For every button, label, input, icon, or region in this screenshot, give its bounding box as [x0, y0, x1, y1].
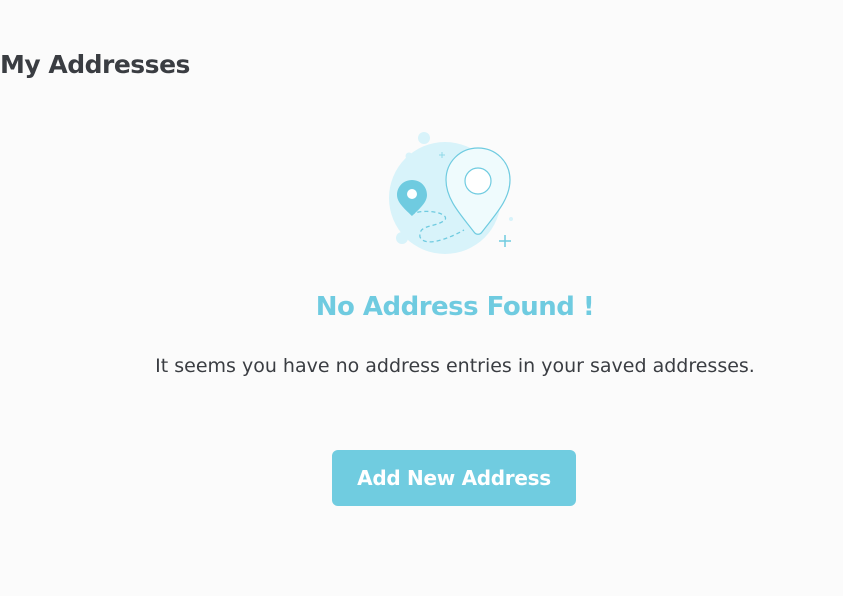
- empty-state-description: It seems you have no address entries in …: [155, 355, 755, 377]
- empty-state-title: No Address Found !: [315, 292, 595, 322]
- add-new-address-button[interactable]: Add New Address: [332, 450, 576, 506]
- map-location-pins-icon: [380, 120, 530, 270]
- page-title: My Addresses: [0, 50, 190, 79]
